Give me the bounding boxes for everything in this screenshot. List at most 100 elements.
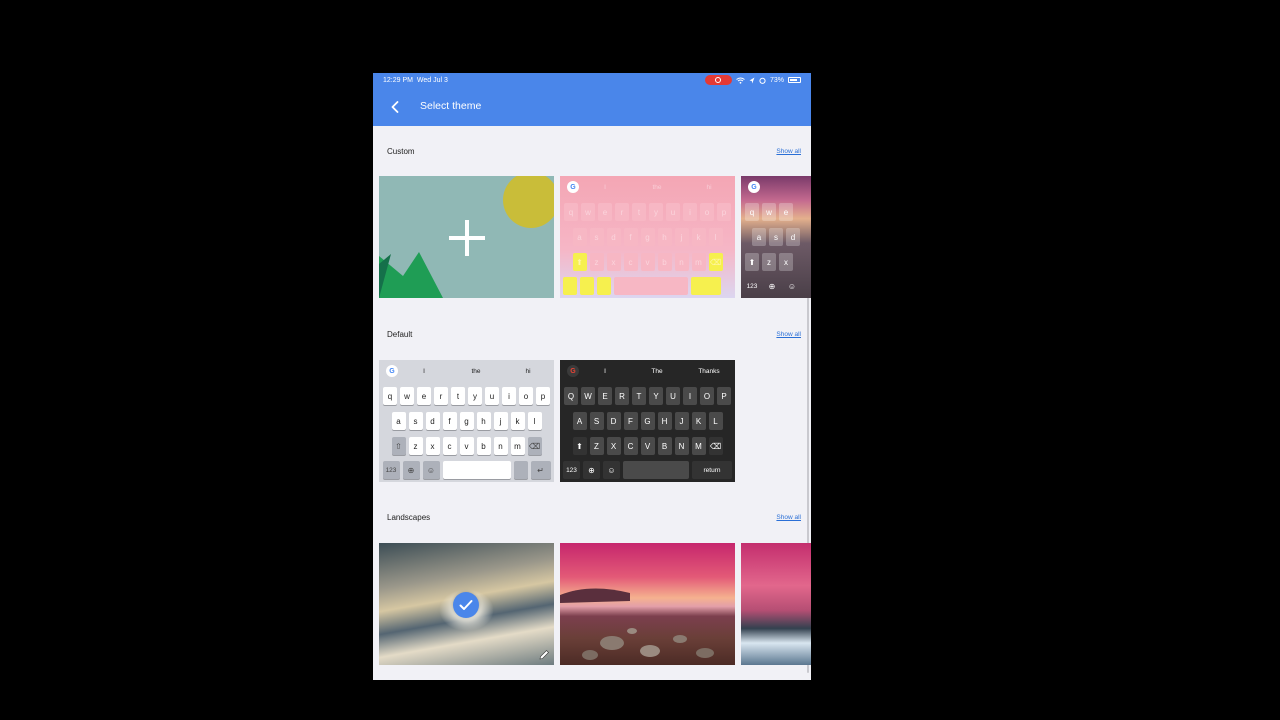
key: g [459, 412, 474, 430]
key: S [589, 412, 604, 430]
key: c [623, 253, 638, 271]
google-g-icon: G [748, 181, 760, 193]
theme-list[interactable]: Custom Show all G I the hi q w e r t y u… [373, 126, 811, 680]
chevron-left-icon [391, 101, 399, 113]
keyboard-preview: G I the hi q w e r t y u i o p a s d f g… [379, 360, 554, 482]
edit-theme-button[interactable] [537, 648, 551, 662]
emoji-key [597, 277, 611, 295]
page-title: Select theme [420, 100, 482, 112]
key-row-3: ⬆ Z X C V B N M ⌫ [560, 437, 735, 455]
suggestion-bar: G I The Thanks [560, 360, 735, 382]
back-button[interactable] [387, 98, 403, 116]
key: h [657, 228, 672, 246]
key: q [564, 203, 578, 221]
key: o [519, 387, 533, 405]
battery-percent: 73% [769, 76, 784, 84]
shift-key: ⬆ [572, 253, 587, 271]
key: p [536, 387, 550, 405]
key: e [779, 203, 793, 221]
key: f [442, 412, 457, 430]
key: l [708, 228, 723, 246]
landscape-theme-snow-coast[interactable] [741, 543, 811, 665]
alarm-icon [759, 77, 766, 84]
key: D [606, 412, 621, 430]
key: b [657, 253, 672, 271]
google-g-icon: G [386, 365, 398, 377]
key: u [666, 203, 680, 221]
shift-key: ⇧ [391, 437, 406, 455]
key-row-1: Q W E R T Y U I O P [560, 387, 735, 405]
key: h [476, 412, 491, 430]
landscape-theme-beach-sunset[interactable] [560, 543, 735, 665]
space-key [442, 461, 511, 479]
numbers-key: 123 [563, 461, 580, 479]
app-bar: Select theme [373, 88, 811, 126]
key: v [640, 253, 655, 271]
suggestion-word: The [651, 367, 663, 375]
key-row-3: ⬆ z x c v b n m ⌫ [560, 253, 735, 271]
key: s [769, 228, 783, 246]
space-key [623, 461, 689, 479]
globe-icon: ⊕ [402, 461, 420, 479]
key: J [674, 412, 689, 430]
key: e [598, 203, 612, 221]
custom-theme-pink-keyboard[interactable]: G I the hi q w e r t y u i o p a s d f g… [560, 176, 735, 298]
emoji-icon: ☺ [787, 281, 797, 291]
key: v [459, 437, 474, 455]
key: f [623, 228, 638, 246]
emoji-icon: ☺ [422, 461, 440, 479]
key: E [598, 387, 612, 405]
key: w [762, 203, 776, 221]
beach-rocks-art [560, 588, 714, 660]
key: q [383, 387, 397, 405]
key-row-4 [560, 277, 735, 295]
key: m [691, 253, 706, 271]
key: Z [589, 437, 604, 455]
key: e [417, 387, 431, 405]
key: g [640, 228, 655, 246]
key: i [502, 387, 516, 405]
key: a [752, 228, 766, 246]
pencil-icon [539, 650, 549, 660]
key: W [581, 387, 595, 405]
section-title-custom: Custom [387, 147, 415, 156]
key: I [683, 387, 697, 405]
suggestion-bar: G I the hi [379, 360, 554, 382]
key-row-1: q w e r t y u i o p [560, 203, 735, 221]
default-theme-light[interactable]: G I the hi q w e r t y u i o p a s d f g… [379, 360, 554, 482]
shift-key: ⬆ [572, 437, 587, 455]
screen-recording-icon [704, 75, 732, 85]
return-key [691, 277, 721, 295]
key: i [683, 203, 697, 221]
default-theme-dark[interactable]: G I The Thanks Q W E R T Y U I O P A S D… [560, 360, 735, 482]
return-key: return [692, 461, 732, 479]
key: Y [649, 387, 663, 405]
key: z [589, 253, 604, 271]
suggestion-word: Thanks [698, 367, 720, 375]
battery-icon [788, 77, 801, 83]
suggestion-bar: G [741, 176, 811, 198]
checkmark-icon [459, 600, 473, 610]
key: p [717, 203, 731, 221]
show-all-landscapes-link[interactable]: Show all [776, 514, 801, 521]
backspace-key: ⌫ [527, 437, 542, 455]
numbers-key [563, 277, 577, 295]
landscape-theme-waves[interactable] [379, 543, 554, 665]
backspace-key: ⌫ [708, 253, 723, 271]
status-time: 12:29 PM Wed Jul 3 [383, 77, 448, 84]
key: a [572, 228, 587, 246]
key: r [615, 203, 629, 221]
suggestion-word: the [471, 367, 481, 375]
globe-key [580, 277, 594, 295]
plus-icon [449, 220, 485, 256]
custom-theme-photo-keyboard[interactable]: G q w e a s d ⬆ z x 123 ⊕ ☺ [741, 176, 811, 298]
keyboard-preview: G I the hi q w e r t y u i o p a s d f g… [560, 176, 735, 298]
key: B [657, 437, 672, 455]
add-custom-theme-tile[interactable] [379, 176, 554, 298]
show-all-default-link[interactable]: Show all [776, 331, 801, 338]
key-row-1: q w e r t y u i o p [379, 387, 554, 405]
key: o [700, 203, 714, 221]
suggestion-word: the [652, 183, 662, 191]
show-all-custom-link[interactable]: Show all [776, 148, 801, 155]
key: u [485, 387, 499, 405]
